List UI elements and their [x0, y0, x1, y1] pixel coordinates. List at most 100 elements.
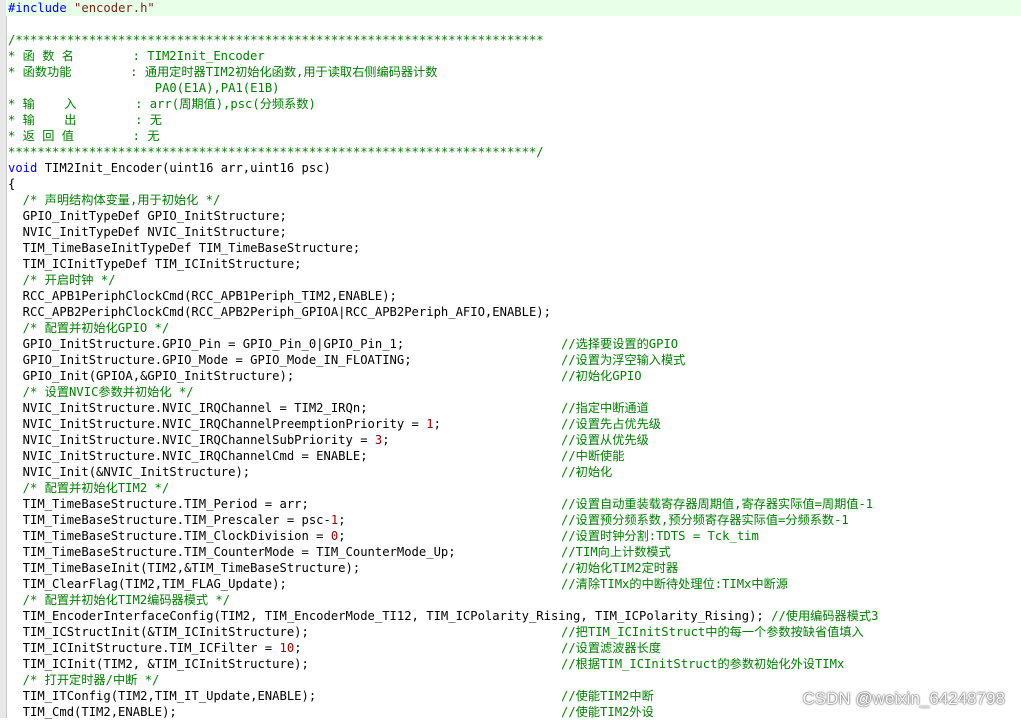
code-line[interactable]: TIM_ICInitTypeDef TIM_ICInitStructure; — [8, 256, 302, 272]
trailing-comment: //设置预分频系数,预分频寄存器实际值=分频系数-1 — [561, 513, 849, 527]
csdn-watermark: CSDN @weixin_64248798 — [802, 689, 1005, 708]
header-field-name: * 输 出 — [8, 113, 136, 127]
code-line[interactable]: NVIC_Init(&NVIC_InitStructure); //初始化 — [8, 464, 613, 480]
code-line[interactable]: TIM_TimeBaseStructure.TIM_ClockDivision … — [8, 528, 759, 544]
code-line-include[interactable]: #include "encoder.h" — [6, 0, 1021, 16]
trailing-comment: //设置自动重装载寄存器周期值,寄存器实际值=周期值-1 — [561, 497, 874, 511]
code-text: TIM_TimeBaseStructure.TIM_Period = arr; — [8, 497, 309, 511]
block-comment: /* 设置NVIC参数并初始化 */ — [8, 385, 194, 399]
code-line[interactable]: TIM_TimeBaseInitTypeDef TIM_TimeBaseStru… — [8, 240, 361, 256]
code-line[interactable]: GPIO_InitTypeDef GPIO_InitStructure; — [8, 208, 287, 224]
code-text: GPIO_InitStructure.GPIO_Mode = GPIO_Mode… — [8, 353, 412, 367]
block-comment: /* 配置并初始化GPIO */ — [8, 321, 170, 335]
code-text: NVIC_InitTypeDef NVIC_InitStructure; — [8, 225, 287, 239]
header-comment-line: * 返 回 值 : 无 — [8, 128, 160, 144]
code-editor[interactable]: #include "encoder.h" /******************… — [0, 0, 1021, 719]
block-comment: /* 打开定时器/中断 */ — [8, 673, 160, 687]
code-line[interactable]: /* 配置并初始化TIM2编码器模式 */ — [8, 592, 230, 608]
open-brace: { — [8, 177, 16, 191]
void-keyword: void — [8, 161, 38, 175]
header-field-name: * 返 回 值 — [8, 129, 133, 143]
header-field-value: : arr(周期值),psc(分频系数) — [135, 97, 316, 111]
code-line[interactable]: /* 配置并初始化GPIO */ — [8, 320, 170, 336]
block-comment: /* 配置并初始化TIM2 */ — [8, 481, 170, 495]
code-text: TIM_ClearFlag(TIM2,TIM_FLAG_Update); — [8, 577, 287, 591]
code-line[interactable]: RCC_APB2PeriphClockCmd(RCC_APB2Periph_GP… — [8, 304, 551, 320]
code-text: NVIC_InitStructure.NVIC_IRQChannelSubPri… — [8, 433, 375, 447]
code-line[interactable]: RCC_APB1PeriphClockCmd(RCC_APB1Periph_TI… — [8, 288, 397, 304]
code-text: NVIC_InitStructure.NVIC_IRQChannelCmd = … — [8, 449, 368, 463]
code-text: TIM_EncoderInterfaceConfig(TIM2, TIM_Enc… — [8, 609, 772, 623]
code-text: ; — [338, 513, 346, 527]
block-comment: /* 声明结构体变量,用于初始化 */ — [8, 193, 221, 207]
code-line[interactable]: TIM_TimeBaseStructure.TIM_CounterMode = … — [8, 544, 671, 560]
header-field-name: * 输 入 — [8, 97, 136, 111]
code-line[interactable]: TIM_TimeBaseStructure.TIM_Period = arr; /… — [8, 496, 873, 512]
code-text: TIM_TimeBaseStructure.TIM_ClockDivision … — [8, 529, 331, 543]
editor-gutter — [0, 0, 7, 718]
preprocessor-directive: #include — [8, 1, 67, 15]
code-line[interactable]: NVIC_InitStructure.NVIC_IRQChannelSubPri… — [8, 432, 649, 448]
code-line[interactable]: TIM_EncoderInterfaceConfig(TIM2, TIM_Enc… — [8, 608, 879, 624]
header-field-value: PA0(E1A),PA1(E1B) — [147, 81, 280, 95]
header-field-name: * 函 数 名 — [8, 49, 133, 63]
trailing-comment: //把TIM_ICInitStruct中的每一个参数按缺省值填入 — [561, 625, 864, 639]
trailing-comment: //指定中断通道 — [561, 401, 649, 415]
trailing-comment: //选择要设置的GPIO — [561, 337, 679, 351]
trailing-comment: //中断使能 — [561, 449, 625, 463]
code-text: TIM_ICStructInit(&TIM_ICInitStructure); — [8, 625, 309, 639]
header-field-value: : 无 — [132, 129, 160, 143]
header-field-value: : 无 — [135, 113, 162, 127]
code-line[interactable]: TIM_ClearFlag(TIM2,TIM_FLAG_Update); //清除… — [8, 576, 788, 592]
numeric-literal: 10 — [279, 641, 295, 655]
code-text: NVIC_InitStructure.NVIC_IRQChannelPreemp… — [8, 417, 427, 431]
code-text: TIM_ICInit(TIM2, &TIM_ICInitStructure); — [8, 657, 309, 671]
trailing-comment: //设置滤波器长度 — [561, 641, 661, 655]
trailing-comment: //初始化GPIO — [561, 369, 642, 383]
code-line[interactable]: TIM_ICInitStructure.TIM_ICFilter = 10; //… — [8, 640, 661, 656]
block-comment: /* 配置并初始化TIM2编码器模式 */ — [8, 593, 231, 607]
code-text: GPIO_InitStructure.GPIO_Pin = GPIO_Pin_0… — [8, 337, 405, 351]
header-comment-line: * 输 入 : arr(周期值),psc(分频系数) — [8, 96, 316, 112]
code-line[interactable]: NVIC_InitStructure.NVIC_IRQChannel = TIM… — [8, 400, 649, 416]
code-line[interactable]: TIM_ITConfig(TIM2,TIM_IT_Update,ENABLE);… — [8, 688, 654, 704]
code-line[interactable]: /* 声明结构体变量,用于初始化 */ — [8, 192, 221, 208]
function-signature-line[interactable]: void TIM2Init_Encoder(uint16 arr,uint16 … — [8, 160, 331, 176]
code-line[interactable]: /* 配置并初始化TIM2 */ — [8, 480, 170, 496]
code-text: TIM_TimeBaseInit(TIM2,&TIM_TimeBaseStruc… — [8, 561, 361, 575]
code-text: ; — [433, 417, 441, 431]
code-line[interactable]: /* 设置NVIC参数并初始化 */ — [8, 384, 194, 400]
code-text: RCC_APB2PeriphClockCmd(RCC_APB2Periph_GP… — [8, 305, 551, 319]
code-line[interactable]: /* 打开定时器/中断 */ — [8, 672, 160, 688]
comment-border-top: /***************************************… — [8, 33, 544, 47]
code-text: TIM_ICInitTypeDef TIM_ICInitStructure; — [8, 257, 302, 271]
code-text: ; — [382, 433, 390, 447]
code-line[interactable]: NVIC_InitStructure.NVIC_IRQChannelCmd = … — [8, 448, 625, 464]
code-line[interactable]: NVIC_InitTypeDef NVIC_InitStructure; — [8, 224, 287, 240]
trailing-comment: //设置时钟分割:TDTS = Tck_tim — [561, 529, 759, 543]
code-line[interactable]: GPIO_InitStructure.GPIO_Mode = GPIO_Mode… — [8, 352, 686, 368]
header-field-value: : TIM2Init_Encoder — [132, 49, 265, 63]
header-comment-line: * 输 出 : 无 — [8, 112, 162, 128]
code-line[interactable]: TIM_ICStructInit(&TIM_ICInitStructure); /… — [8, 624, 864, 640]
code-text: ; — [294, 641, 302, 655]
trailing-comment: //使能TIM2中断 — [561, 689, 654, 703]
code-line[interactable]: GPIO_InitStructure.GPIO_Pin = GPIO_Pin_0… — [8, 336, 678, 352]
comment-border-bottom: ****************************************… — [8, 145, 544, 159]
code-line[interactable]: TIM_TimeBaseStructure.TIM_Prescaler = ps… — [8, 512, 849, 528]
code-line[interactable]: TIM_TimeBaseInit(TIM2,&TIM_TimeBaseStruc… — [8, 560, 678, 576]
trailing-comment: //TIM向上计数模式 — [561, 545, 671, 559]
code-line[interactable]: GPIO_Init(GPIOA,&GPIO_InitStructure); //初… — [8, 368, 642, 384]
code-line[interactable]: NVIC_InitStructure.NVIC_IRQChannelPreemp… — [8, 416, 661, 432]
code-text: NVIC_Init(&NVIC_InitStructure); — [8, 465, 251, 479]
code-line[interactable]: TIM_ICInit(TIM2, &TIM_ICInitStructure); /… — [8, 656, 845, 672]
code-text: TIM_ITConfig(TIM2,TIM_IT_Update,ENABLE); — [8, 689, 317, 703]
trailing-comment: //清除TIMx的中断待处理位:TIMx中断源 — [561, 577, 788, 591]
trailing-comment: //设置先占优先级 — [561, 417, 661, 431]
trailing-comment: //初始化 — [561, 465, 613, 479]
code-line[interactable]: /* 开启时钟 */ — [8, 272, 116, 288]
code-text: TIM_TimeBaseInitTypeDef TIM_TimeBaseStru… — [8, 241, 361, 255]
trailing-comment: //设置为浮空输入模式 — [561, 353, 686, 367]
function-signature: TIM2Init_Encoder(uint16 arr,uint16 psc) — [37, 161, 331, 175]
trailing-comment: //根据TIM_ICInitStruct的参数初始化外设TIMx — [561, 657, 845, 671]
